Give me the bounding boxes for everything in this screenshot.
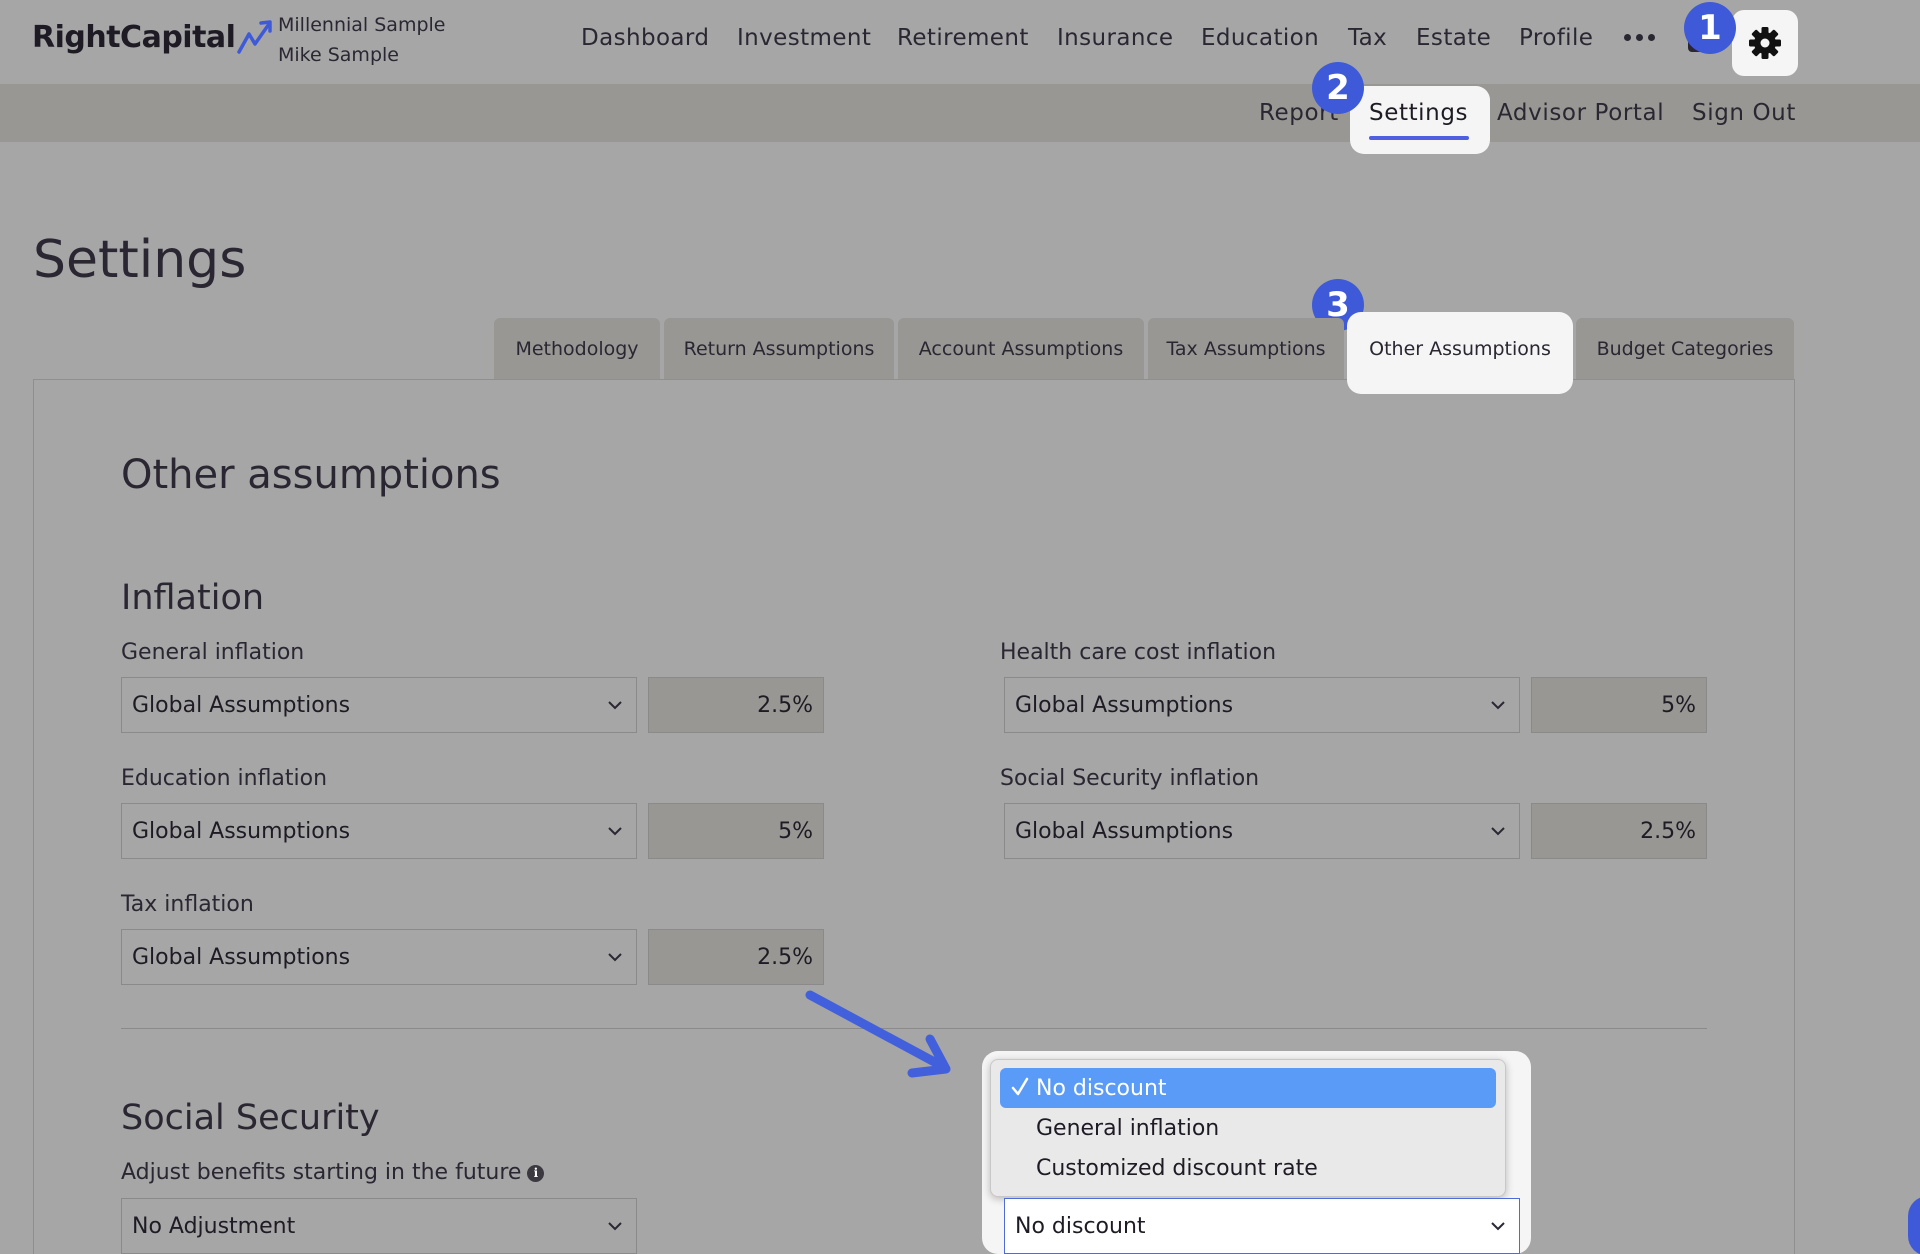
client-info: Millennial Sample Mike Sample [278, 10, 445, 70]
step-badge-1: 1 [1684, 2, 1736, 54]
education-inflation-select[interactable]: Global Assumptions [121, 803, 637, 859]
logo[interactable]: RightCapital [32, 18, 277, 56]
sub-nav-bar: Report Advisor Portal Sign Out [0, 84, 1920, 142]
chat-launcher-button[interactable] [1908, 1196, 1920, 1254]
subnav-advisor-portal[interactable]: Advisor Portal [1497, 98, 1664, 128]
nav-estate[interactable]: Estate [1416, 20, 1491, 56]
info-icon[interactable]: i [527, 1164, 545, 1182]
general-inflation-label: General inflation [121, 640, 305, 665]
subnav-sign-out[interactable]: Sign Out [1692, 98, 1796, 128]
discount-option-customized-rate[interactable]: Customized discount rate [1000, 1148, 1496, 1188]
ellipsis-icon[interactable] [1624, 34, 1655, 41]
tax-inflation-label: Tax inflation [121, 892, 254, 917]
tab-methodology[interactable]: Methodology [494, 318, 660, 380]
client-household: Millennial Sample [278, 14, 446, 36]
inflation-heading: Inflation [121, 578, 265, 618]
adjust-benefits-selected: No Adjustment [132, 1213, 296, 1239]
nav-insurance[interactable]: Insurance [1057, 20, 1173, 56]
nav-retirement[interactable]: Retirement [897, 20, 1029, 56]
tax-inflation-select[interactable]: Global Assumptions [121, 929, 637, 985]
tab-budget-categories[interactable]: Budget Categories [1576, 318, 1794, 380]
chevron-down-icon [1491, 1222, 1505, 1231]
chevron-down-icon [608, 1222, 622, 1231]
tab-return-assumptions[interactable]: Return Assumptions [664, 318, 894, 380]
chevron-down-icon [608, 701, 622, 710]
logo-text: RightCapital [32, 19, 236, 55]
adjust-benefits-text: Adjust benefits starting in the future [121, 1160, 522, 1185]
settings-underline [1369, 136, 1469, 140]
discount-option-general-inflation[interactable]: General inflation [1000, 1108, 1496, 1148]
discount-select[interactable]: No discount [1004, 1198, 1520, 1254]
ss-inflation-selected: Global Assumptions [1015, 818, 1234, 844]
client-name: Mike Sample [278, 44, 399, 66]
tab-tax-assumptions[interactable]: Tax Assumptions [1148, 318, 1344, 380]
health-inflation-selected: Global Assumptions [1015, 692, 1234, 718]
subnav-settings[interactable]: Settings [1369, 98, 1468, 128]
nav-tax[interactable]: Tax [1348, 20, 1387, 56]
logo-arrow-icon [237, 20, 273, 54]
nav-profile[interactable]: Profile [1519, 20, 1593, 56]
panel-title: Other assumptions [121, 452, 501, 498]
adjust-benefits-label: Adjust benefits starting in the future i [121, 1160, 545, 1185]
top-bar: RightCapital Millennial Sample Mike Samp… [0, 0, 1920, 84]
general-inflation-selected: Global Assumptions [132, 692, 351, 718]
nav-education[interactable]: Education [1201, 20, 1319, 56]
health-inflation-select[interactable]: Global Assumptions [1004, 677, 1520, 733]
ss-inflation-select[interactable]: Global Assumptions [1004, 803, 1520, 859]
nav-investment[interactable]: Investment [737, 20, 871, 56]
option-label: Customized discount rate [1036, 1155, 1318, 1181]
ss-inflation-label: Social Security inflation [1000, 766, 1260, 791]
chevron-down-icon [1491, 827, 1505, 836]
chevron-down-icon [608, 827, 622, 836]
general-inflation-select[interactable]: Global Assumptions [121, 677, 637, 733]
page-title: Settings [33, 230, 247, 290]
tax-inflation-selected: Global Assumptions [132, 944, 351, 970]
annotation-arrow-icon [805, 990, 951, 1078]
option-label: No discount [1036, 1075, 1167, 1101]
adjust-benefits-select[interactable]: No Adjustment [121, 1198, 637, 1254]
tab-other-assumptions[interactable]: Other Assumptions [1347, 318, 1573, 380]
discount-option-no-discount[interactable]: No discount [1000, 1068, 1496, 1108]
education-inflation-selected: Global Assumptions [132, 818, 351, 844]
chevron-down-icon [1491, 701, 1505, 710]
education-inflation-value[interactable]: 5% [648, 803, 824, 859]
discount-selected: No discount [1015, 1213, 1146, 1239]
option-label: General inflation [1036, 1115, 1220, 1141]
checkmark-icon [1011, 1077, 1029, 1096]
general-inflation-value[interactable]: 2.5% [648, 677, 824, 733]
nav-dashboard[interactable]: Dashboard [581, 20, 709, 56]
tax-inflation-value[interactable]: 2.5% [648, 929, 824, 985]
health-inflation-value[interactable]: 5% [1531, 677, 1707, 733]
tab-account-assumptions[interactable]: Account Assumptions [898, 318, 1144, 380]
settings-gear-button[interactable] [1732, 10, 1798, 76]
discount-dropdown-menu: No discount General inflation Customized… [990, 1059, 1506, 1197]
social-security-heading: Social Security [121, 1098, 380, 1138]
health-inflation-label: Health care cost inflation [1000, 640, 1277, 665]
step-badge-2: 2 [1312, 62, 1364, 114]
education-inflation-label: Education inflation [121, 766, 328, 791]
gear-icon [1749, 27, 1781, 59]
chevron-down-icon [608, 953, 622, 962]
ss-inflation-value[interactable]: 2.5% [1531, 803, 1707, 859]
